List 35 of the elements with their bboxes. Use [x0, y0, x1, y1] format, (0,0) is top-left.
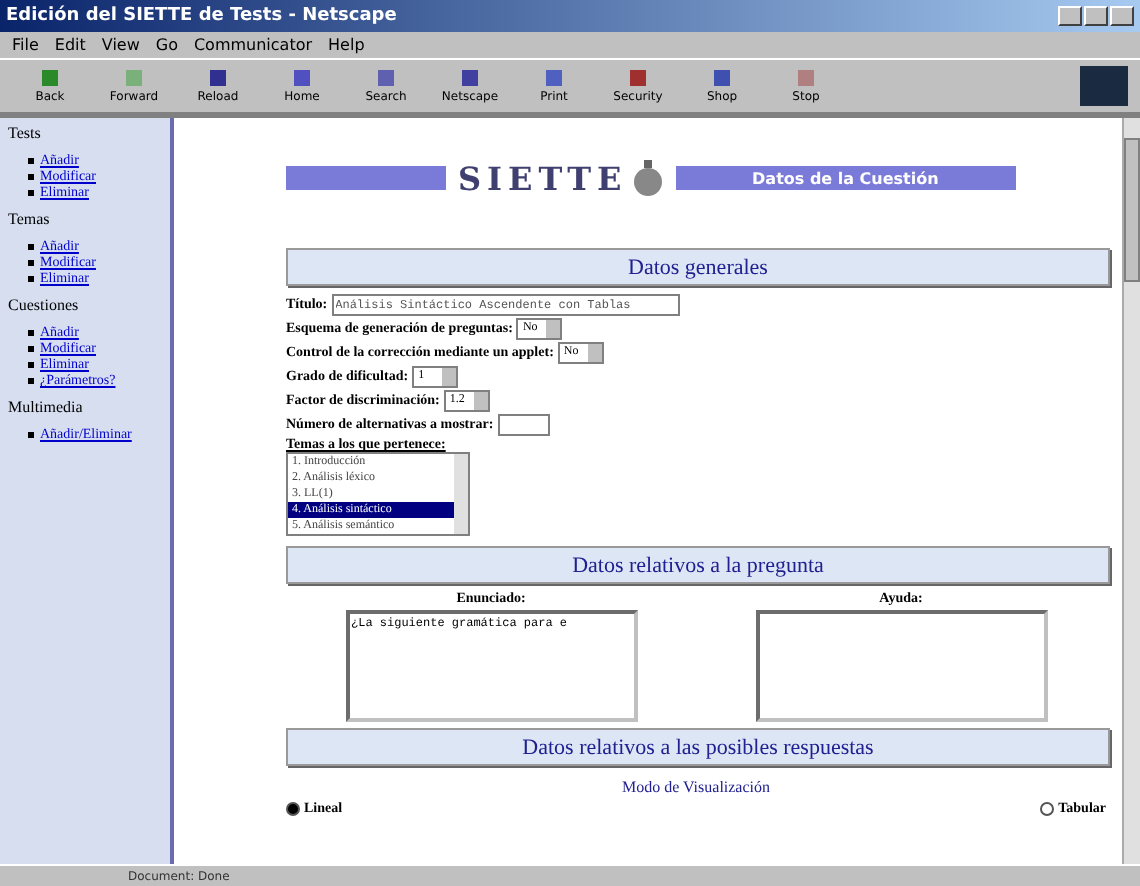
scrollbar[interactable] [1122, 118, 1140, 864]
square-icon [208, 68, 228, 88]
square-icon [544, 68, 564, 88]
menu-item[interactable]: File [12, 36, 39, 54]
sidebar-heading: Multimedia [8, 398, 85, 416]
sidebar-heading: Temas [8, 210, 52, 228]
square-icon [124, 68, 144, 88]
square-icon [796, 68, 816, 88]
close-button[interactable] [1110, 6, 1134, 26]
menu-item[interactable]: Help [328, 36, 365, 54]
square-icon [376, 68, 396, 88]
menu-item[interactable]: Communicator [193, 36, 313, 54]
square-icon [712, 68, 732, 88]
square-icon [460, 68, 480, 88]
minimize-button[interactable] [1058, 6, 1082, 26]
square-icon [292, 68, 312, 88]
mode-label: Modo de Visualización [619, 778, 773, 796]
sidebar-heading: Cuestiones [8, 296, 81, 314]
sidebar-heading: Tests [8, 124, 43, 142]
square-icon [628, 68, 648, 88]
square-icon [40, 68, 60, 88]
stopwatch-icon [631, 158, 664, 198]
window-title: Edición del SIETTE de Tests - Netscape [6, 6, 397, 26]
section-title: Datos relativos a la pregunta [572, 553, 824, 577]
section-title: Datos generales [628, 255, 768, 279]
text-field[interactable] [497, 413, 550, 435]
text-area[interactable] [755, 610, 1047, 722]
browser-logo-icon [1080, 66, 1128, 106]
section-title: Datos relativos a las posibles respuestas [522, 735, 874, 759]
maximize-button[interactable] [1084, 6, 1108, 26]
banner-title: Datos de la Cuestión [752, 169, 939, 187]
menu-item[interactable]: Edit [54, 36, 86, 54]
logo: SIETTE [458, 159, 628, 197]
menu-item[interactable]: Go [155, 36, 178, 54]
menu-item[interactable]: View [101, 36, 140, 54]
